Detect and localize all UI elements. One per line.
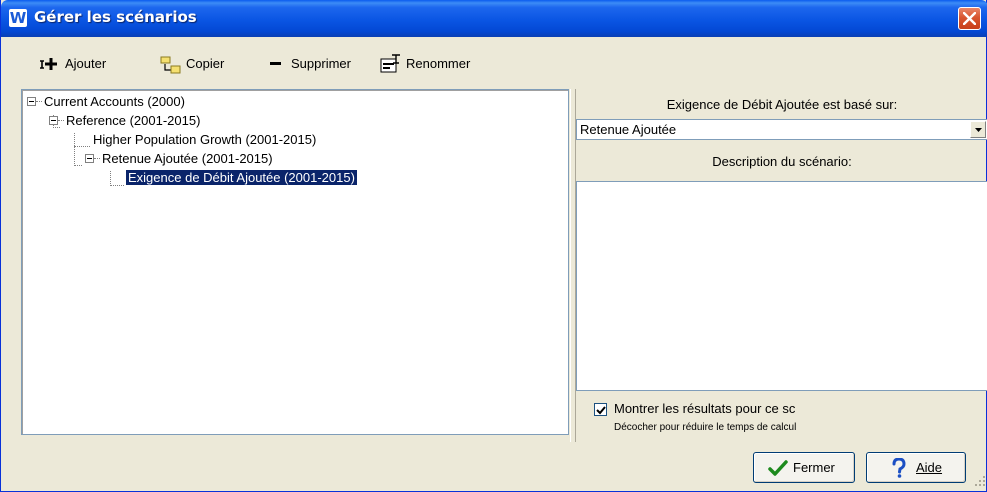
show-results-label[interactable]: Montrer les résultats pour ce sc <box>614 401 795 416</box>
collapse-icon[interactable] <box>27 97 36 106</box>
app-icon: W <box>9 9 27 27</box>
tree-connector <box>110 185 124 186</box>
rename-button[interactable]: Renommer <box>380 52 490 76</box>
rename-icon <box>380 54 400 73</box>
tree-connector <box>94 158 100 159</box>
close-icon <box>963 12 976 25</box>
tree-item-label: Retenue Ajoutée (2001-2015) <box>102 151 273 166</box>
show-results-checkbox[interactable] <box>594 403 607 416</box>
chevron-down-icon <box>975 128 982 132</box>
based-on-value: Retenue Ajoutée <box>580 122 677 137</box>
hint-text: Décocher pour réduire le temps de calcul <box>614 422 797 433</box>
tree-connector <box>74 146 90 147</box>
close-dialog-button[interactable]: Fermer <box>753 452 855 483</box>
scenario-manager-dialog: W Gérer les scénarios Ajouter Copier Sup… <box>0 0 987 492</box>
scenario-tree[interactable]: Current Accounts (2000) Reference (2001-… <box>21 89 569 435</box>
close-label: Fermer <box>793 460 835 475</box>
delete-button[interactable]: Supprimer <box>269 52 369 76</box>
tree-connector <box>58 120 64 121</box>
copy-label: Copier <box>186 56 225 71</box>
delete-label: Supprimer <box>291 56 351 71</box>
tree-item-label: Current Accounts (2000) <box>44 94 185 109</box>
based-on-label: Exigence de Débit Ajoutée est basé sur: <box>666 97 898 112</box>
help-label: Aide <box>916 460 943 475</box>
description-label: Description du scénario: <box>712 154 852 169</box>
tree-connector <box>74 133 75 166</box>
question-icon <box>892 458 906 478</box>
title-bar[interactable]: W Gérer les scénarios <box>1 0 987 37</box>
tree-item-selected[interactable]: Exigence de Débit Ajoutée (2001-2015) <box>125 169 358 187</box>
description-textarea[interactable] <box>576 181 987 391</box>
tree-connector <box>53 127 60 128</box>
add-button[interactable]: Ajouter <box>39 52 129 76</box>
dropdown-button[interactable] <box>970 121 986 138</box>
close-button[interactable] <box>958 7 981 30</box>
tree-connector <box>74 165 82 166</box>
collapse-icon[interactable] <box>85 154 94 163</box>
show-results-option: Montrer les résultats pour ce sc Décoche… <box>594 401 974 441</box>
tree-item-label: Reference (2001-2015) <box>66 113 201 128</box>
rename-label: Renommer <box>406 56 471 71</box>
resize-grip-icon[interactable] <box>973 474 986 487</box>
checkmark-icon <box>768 460 788 476</box>
based-on-select[interactable]: Retenue Ajoutée <box>576 119 987 140</box>
collapse-icon[interactable] <box>49 116 58 125</box>
add-icon <box>40 58 57 70</box>
tree-connector <box>36 101 42 102</box>
tree-item-label: Higher Population Growth (2001-2015) <box>93 132 317 147</box>
scenario-details-panel: Exigence de Débit Ajoutée est basé sur: … <box>576 89 987 449</box>
window-title: Gérer les scénarios <box>34 8 197 26</box>
checkmark-icon <box>596 406 606 415</box>
help-button[interactable]: Aide <box>866 452 966 483</box>
add-label: Ajouter <box>65 56 107 71</box>
tree-item-label: Exigence de Débit Ajoutée (2001-2015) <box>125 169 358 186</box>
tree-connector <box>110 171 111 186</box>
minus-icon <box>270 62 281 65</box>
copy-icon <box>160 56 181 74</box>
copy-button[interactable]: Copier <box>160 52 240 76</box>
